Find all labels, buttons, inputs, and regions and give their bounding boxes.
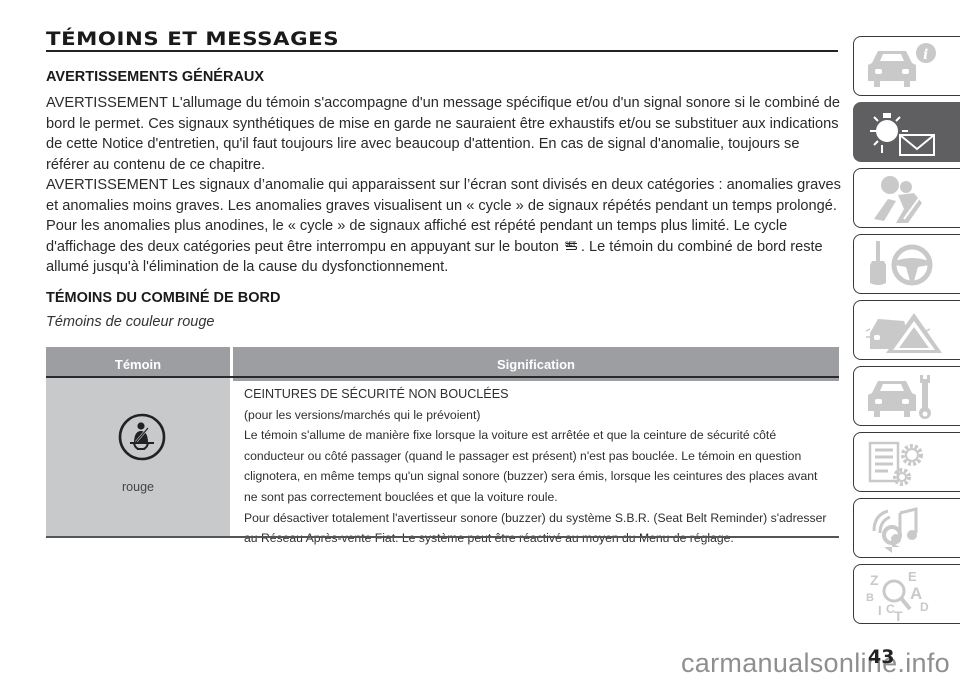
tab-index[interactable]: Z E A B D I C T [853,564,960,624]
alphabet-search-icon: Z E A B D I C T [866,569,929,621]
page-number: 43 [868,646,895,668]
set-button-icon: SET [565,238,579,252]
tab-emergency[interactable] [853,300,960,360]
key-steering-wheel-icon [870,241,933,286]
signal-music-icon [872,507,918,553]
red-lights-subheading: Témoins de couleur rouge [46,314,215,330]
general-warnings-heading: AVERTISSEMENTS GÉNÉRAUX [46,69,265,85]
car-wrench-icon [868,375,931,419]
meaning-line: Pour désactiver totalement l'avertisseur… [244,510,827,525]
svg-text:D: D [920,600,929,614]
witness-color-label: rouge [122,480,154,494]
car-warning-triangle-icon [865,313,942,353]
meaning-line: ne sont pas correctement bouclées et que… [244,489,558,504]
meaning-line: Le témoin s'allume de manière fixe lorsq… [244,428,777,443]
airbag-seatbelt-icon [874,176,922,223]
meaning-line: conducteur ou côté passager (quand le pa… [244,448,802,463]
tab-technical-data[interactable] [853,432,960,492]
tab-maintenance[interactable] [853,366,960,426]
title-rule [46,50,838,52]
watermark: carmanualsonline.info [681,648,950,678]
svg-text:I: I [878,603,882,618]
seatbelt-warning-icon [118,413,166,461]
general-warning-paragraph-2: AVERTISSEMENT Les signaux d’anomalie qui… [46,175,842,278]
meaning-line: clignotera, en même temps qu'un signal s… [244,469,818,484]
table-header-witness-label: Témoin [114,357,162,372]
svg-text:Z: Z [870,572,879,588]
tab-starting-driving[interactable] [853,234,960,294]
list-gears-icon [868,441,923,486]
svg-text:i: i [923,47,928,63]
meaning-line: (pour les versions/marchés qui le prévoi… [244,407,481,422]
table-cell-meaning: CEINTURES DE SÉCURITÉ NON BOUCLÉES (pour… [244,384,840,549]
meaning-line: CEINTURES DE SÉCURITÉ NON BOUCLÉES [244,387,509,401]
cluster-warnings-heading: TÉMOINS DU COMBINÉ DE BORD [46,290,281,306]
page-title: TÉMOINS ET MESSAGES [46,28,340,50]
meaning-line: au Réseau Après-vente Fiat. Le système p… [244,531,734,546]
tab-warning-lights-messages[interactable] [853,102,960,162]
table-header-meaning-label: Signification [497,357,575,372]
svg-text:E: E [908,569,917,584]
tab-multimedia[interactable] [853,498,960,558]
general-warning-paragraph-1: AVERTISSEMENT L'allumage du témoin s'acc… [46,95,840,173]
tab-car-info[interactable]: i [853,36,960,96]
tab-safety[interactable] [853,168,960,228]
car-info-icon: i [868,43,936,87]
warning-light-message-icon [870,113,935,156]
table-bottom-rule [46,536,839,538]
svg-text:T: T [894,608,903,621]
svg-text:B: B [866,592,874,604]
